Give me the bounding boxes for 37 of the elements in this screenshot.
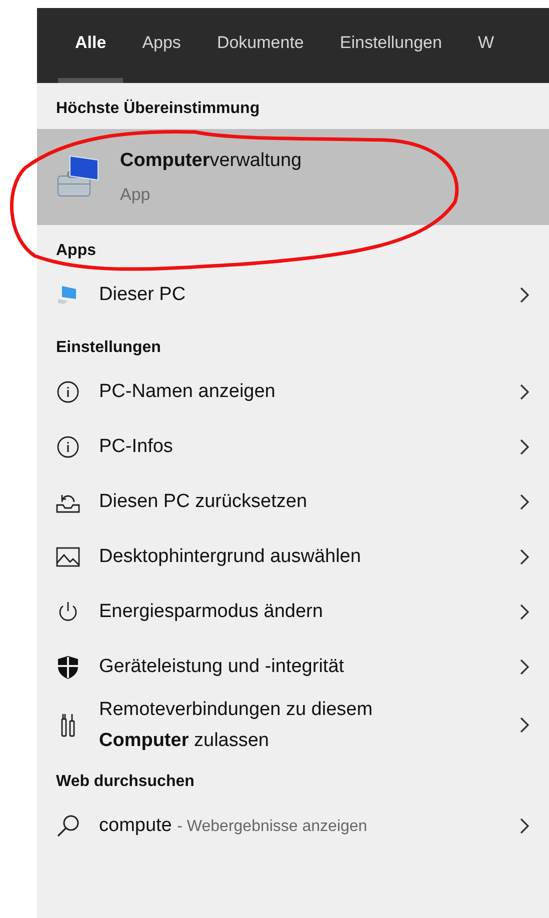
section-heading: Web durchsuchen bbox=[56, 773, 194, 790]
result-item[interactable]: compute - Webergebnisse anzeigen bbox=[37, 798, 549, 853]
chevron-right-icon bbox=[519, 717, 529, 733]
section-heading: Apps bbox=[56, 242, 96, 259]
chevron-right-icon bbox=[519, 818, 529, 834]
section-heading: Höchste Übereinstimmung bbox=[56, 100, 260, 117]
image-icon bbox=[56, 546, 80, 566]
search-icon bbox=[56, 814, 80, 838]
app-type: App bbox=[120, 184, 152, 206]
result-item[interactable]: Energiesparmodus ändern bbox=[37, 584, 549, 639]
result-item[interactable]: Dieser PC bbox=[37, 267, 549, 322]
chevron-right-icon bbox=[519, 494, 529, 510]
info-icon bbox=[57, 380, 79, 402]
tab[interactable]: Dokumente bbox=[200, 8, 321, 83]
chevron-right-icon bbox=[519, 658, 529, 674]
result-item[interactable]: PC-Namen anzeigen bbox=[37, 364, 549, 419]
best-match-item[interactable]: Computerverwaltung App bbox=[37, 129, 549, 225]
tab[interactable]: Alle bbox=[58, 8, 124, 83]
chevron-right-icon bbox=[519, 438, 529, 454]
tab[interactable]: W bbox=[460, 8, 511, 83]
app-title: Computerverwaltung bbox=[120, 149, 302, 173]
result-item[interactable]: Diesen PC zurücksetzen bbox=[37, 474, 549, 529]
result-item[interactable]: Desktophintergrund auswählen bbox=[37, 529, 549, 584]
result-item[interactable]: Geräteleistung und -integrität bbox=[37, 639, 549, 694]
tab[interactable]: Apps bbox=[125, 8, 198, 83]
chevron-right-icon bbox=[519, 548, 529, 564]
result-item[interactable]: PC-Infos bbox=[37, 419, 549, 474]
shield-icon bbox=[57, 654, 79, 678]
chevron-right-icon bbox=[519, 604, 529, 620]
chevron-right-icon bbox=[519, 286, 529, 302]
tab[interactable]: Einstellungen bbox=[322, 8, 459, 83]
result-item[interactable]: Remoteverbindungen zu diesem Computer zulassen bbox=[37, 694, 549, 756]
power-icon bbox=[57, 600, 79, 622]
section-heading: Einstellungen bbox=[56, 339, 161, 356]
chevron-right-icon bbox=[519, 384, 529, 400]
tools-icon bbox=[60, 713, 76, 737]
info-icon bbox=[57, 436, 79, 458]
